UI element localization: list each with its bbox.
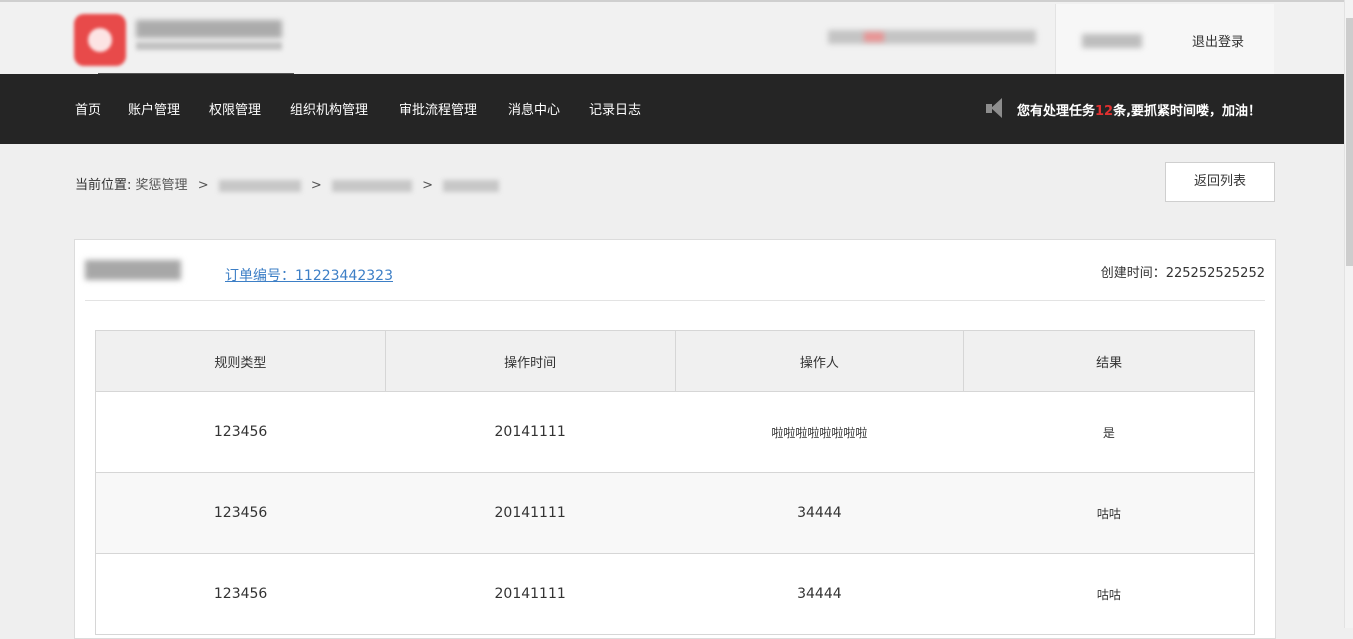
nav-item-logs[interactable]: 记录日志 (589, 99, 641, 118)
nav-item-messages[interactable]: 消息中心 (508, 99, 560, 118)
cell-operator: 34444 (675, 472, 964, 554)
order-number-link[interactable]: 订单编号：11223442323 (225, 265, 393, 285)
nav-item-approval[interactable]: 审批流程管理 (399, 99, 477, 118)
cell-operator: 啦啦啦啦啦啦啦啦 (675, 391, 964, 473)
panel-title-blurred (85, 260, 181, 280)
table-row: 123456 20141111 34444 咕咕 (95, 553, 1255, 635)
cell-rule-type: 123456 (95, 553, 386, 635)
breadcrumb: 当前位置: 奖惩管理 > > > (75, 174, 500, 193)
divider (85, 300, 1265, 301)
detail-panel: 订单编号：11223442323 创建时间：225252525252 规则类型 … (74, 239, 1276, 639)
cell-result: 是 (963, 391, 1255, 473)
app-logo[interactable] (74, 12, 294, 74)
username-blurred (1082, 34, 1142, 48)
table-row: 123456 20141111 34444 咕咕 (95, 472, 1255, 554)
nav-item-organization[interactable]: 组织机构管理 (290, 99, 368, 118)
user-box: 退出登录 (1055, 4, 1274, 76)
nav-item-home[interactable]: 首页 (75, 99, 101, 118)
scrollbar-thumb[interactable] (1346, 18, 1353, 266)
breadcrumb-label: 当前位置: (75, 178, 132, 193)
cell-operate-time: 20141111 (385, 391, 676, 473)
back-to-list-button[interactable]: 返回列表 (1165, 162, 1275, 202)
task-count: 12 (1095, 104, 1114, 119)
cell-rule-type: 123456 (95, 472, 386, 554)
task-notice[interactable]: 您有处理任务12条,要抓紧时间喽，加油！ (1017, 100, 1261, 119)
logo-icon (74, 14, 126, 66)
breadcrumb-separator: > (197, 178, 209, 193)
breadcrumb-separator: > (422, 178, 433, 193)
logo-subtext-blurred (136, 42, 282, 50)
cell-result: 咕咕 (963, 553, 1255, 635)
cell-operate-time: 20141111 (385, 472, 676, 554)
speaker-icon (986, 98, 1006, 120)
table-header-row: 规则类型 操作时间 操作人 结果 (95, 330, 1255, 392)
records-table: 规则类型 操作时间 操作人 结果 123456 20141111 啦啦啦啦啦啦啦… (95, 330, 1255, 635)
breadcrumb-item-blurred[interactable] (218, 179, 301, 192)
logo-text-blurred (136, 20, 282, 38)
column-header-rule-type: 规则类型 (95, 330, 386, 392)
header-notice-blurred (828, 30, 1036, 44)
column-header-operate-time: 操作时间 (384, 330, 676, 392)
cell-rule-type: 123456 (95, 391, 386, 473)
breadcrumb-separator: > (310, 178, 322, 193)
cell-result: 咕咕 (963, 472, 1255, 554)
top-header: 退出登录 (0, 0, 1353, 76)
table-row: 123456 20141111 啦啦啦啦啦啦啦啦 是 (95, 391, 1255, 473)
main-nav: 首页 账户管理 权限管理 组织机构管理 审批流程管理 消息中心 记录日志 您有处… (0, 74, 1353, 144)
breadcrumb-item-rewards[interactable]: 奖惩管理 (136, 178, 188, 193)
nav-item-account[interactable]: 账户管理 (128, 99, 180, 118)
breadcrumb-item-blurred (443, 179, 500, 192)
cell-operator: 34444 (675, 553, 964, 635)
breadcrumb-item-blurred[interactable] (331, 179, 412, 192)
created-time: 创建时间：225252525252 (1100, 266, 1265, 281)
nav-item-permission[interactable]: 权限管理 (209, 99, 261, 118)
cell-operate-time: 20141111 (385, 553, 676, 635)
logout-link[interactable]: 退出登录 (1192, 31, 1244, 50)
vertical-scrollbar[interactable] (1344, 0, 1353, 628)
column-header-result: 结果 (963, 330, 1255, 392)
column-header-operator: 操作人 (674, 330, 965, 392)
